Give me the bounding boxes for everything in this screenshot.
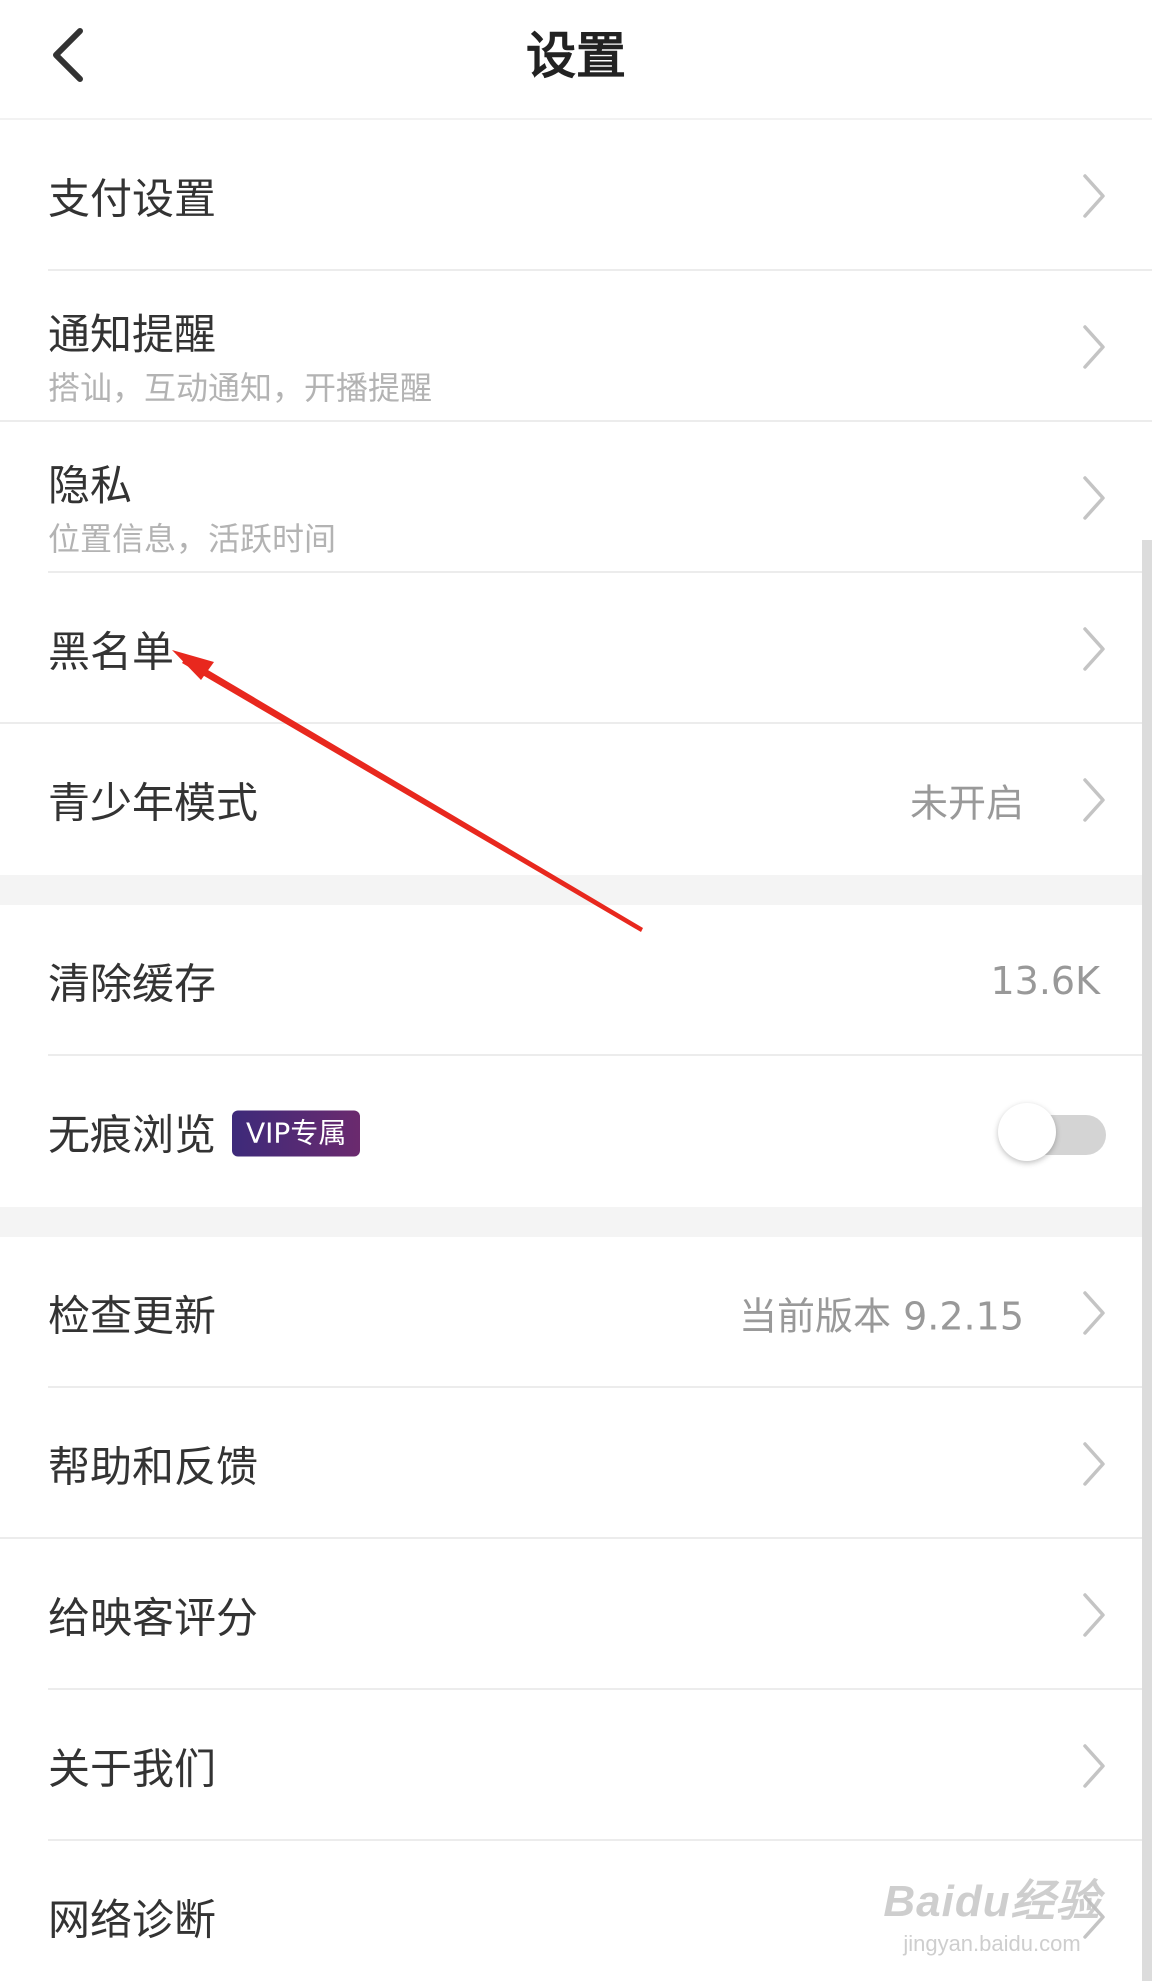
row-title: 检查更新	[48, 1291, 217, 1340]
toggle-knob	[998, 1102, 1056, 1161]
row-title: 黑名单	[48, 627, 175, 676]
row-title: 通知提醒	[48, 310, 217, 359]
settings-row-help-feedback[interactable]: 帮助和反馈	[0, 1388, 1152, 1539]
header: 设置	[0, 0, 1152, 120]
row-title: 关于我们	[48, 1744, 217, 1793]
settings-row-clear-cache[interactable]: 清除缓存 13.6K	[0, 905, 1152, 1056]
chevron-right-icon	[1083, 173, 1105, 218]
watermark-url: jingyan.baidu.com	[903, 1931, 1081, 1956]
scrollbar[interactable]	[1142, 540, 1152, 1981]
row-subtitle: 搭讪，互动通知，开播提醒	[48, 369, 433, 407]
settings-row-privacy[interactable]: 隐私 位置信息，活跃时间	[0, 422, 1152, 573]
row-value: 当前版本 9.2.15	[739, 1294, 1024, 1338]
incognito-toggle[interactable]	[998, 1102, 1106, 1161]
row-title: 给映客评分	[48, 1593, 259, 1642]
row-title: 无痕浏览 VIP专属	[48, 1101, 361, 1162]
row-title: 支付设置	[48, 174, 217, 223]
row-title: 帮助和反馈	[48, 1442, 259, 1491]
vip-badge: VIP专属	[232, 1110, 361, 1157]
settings-row-about-us[interactable]: 关于我们	[0, 1690, 1152, 1841]
section-gap	[0, 875, 1152, 905]
row-title: 青少年模式	[48, 778, 259, 827]
row-subtitle: 位置信息，活跃时间	[48, 520, 337, 558]
watermark-logo: Baidu经验	[883, 1877, 1101, 1926]
section-gap	[0, 1207, 1152, 1237]
settings-page: 设置 支付设置 通知提醒 搭讪，互动通知，开播提醒 隐私 位置信息，活跃时间 黑…	[0, 0, 1152, 1981]
settings-row-check-update[interactable]: 检查更新 当前版本 9.2.15	[0, 1237, 1152, 1388]
row-title-text: 无痕浏览	[48, 1110, 217, 1159]
chevron-right-icon	[1083, 1441, 1105, 1486]
row-title: 网络诊断	[48, 1895, 217, 1944]
row-title: 清除缓存	[48, 959, 217, 1008]
chevron-right-icon	[1083, 1592, 1105, 1637]
chevron-right-icon	[1083, 1743, 1105, 1788]
settings-row-blacklist[interactable]: 黑名单	[0, 573, 1152, 724]
row-value: 13.6K	[990, 958, 1100, 1003]
chevron-right-icon	[1083, 475, 1105, 520]
row-title: 隐私	[48, 461, 133, 510]
chevron-right-icon	[1083, 1290, 1105, 1335]
settings-row-teen-mode[interactable]: 青少年模式 未开启	[0, 724, 1152, 875]
baidu-watermark: Baidu经验 jingyan.baidu.com	[872, 1865, 1112, 1957]
chevron-right-icon	[1083, 777, 1105, 822]
page-title: 设置	[526, 27, 626, 85]
settings-row-rate-app[interactable]: 给映客评分	[0, 1539, 1152, 1690]
row-value: 未开启	[909, 781, 1024, 825]
settings-row-incognito: 无痕浏览 VIP专属	[0, 1056, 1152, 1207]
settings-row-notifications[interactable]: 通知提醒 搭讪，互动通知，开播提醒	[0, 271, 1152, 422]
chevron-right-icon	[1083, 626, 1105, 671]
chevron-right-icon	[1083, 324, 1105, 369]
settings-row-payment[interactable]: 支付设置	[0, 120, 1152, 271]
